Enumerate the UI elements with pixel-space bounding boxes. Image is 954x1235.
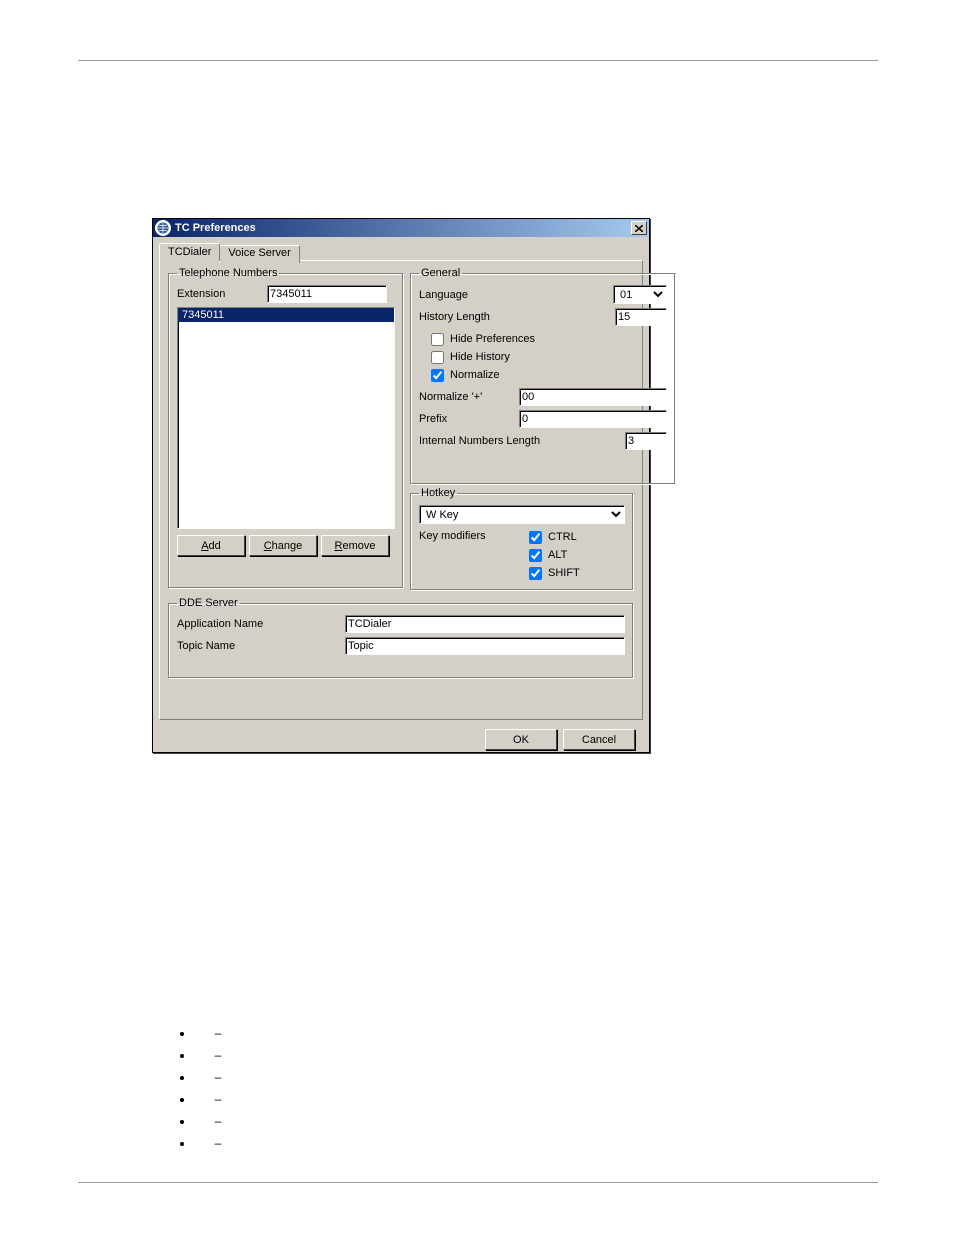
titlebar: TC Preferences	[153, 219, 649, 237]
application-name-label: Application Name	[177, 618, 345, 630]
normalize-checkbox[interactable]	[431, 369, 444, 382]
change-button[interactable]: Change	[249, 535, 317, 556]
internal-length-input[interactable]	[625, 432, 667, 450]
list-item: –	[194, 1022, 238, 1044]
key-modifiers-label: Key modifiers	[419, 528, 529, 542]
tabs: TCDialer Voice Server	[159, 243, 643, 261]
normalize-plus-input[interactable]	[519, 388, 667, 406]
history-length-label: History Length	[419, 311, 615, 323]
hotkey-legend: Hotkey	[419, 487, 457, 499]
document-bullets: – – – – – –	[130, 1022, 238, 1154]
application-name-input[interactable]	[345, 615, 625, 633]
internal-length-label: Internal Numbers Length	[419, 435, 625, 447]
cancel-button[interactable]: Cancel	[563, 729, 635, 750]
window-title: TC Preferences	[175, 222, 629, 234]
close-button[interactable]	[631, 221, 647, 235]
topic-name-input[interactable]	[345, 637, 625, 655]
history-length-input[interactable]	[615, 308, 667, 326]
hotkey-group: Hotkey W Key Key modifiers CTRL ALT SHIF…	[410, 487, 634, 591]
tab-tcdialer[interactable]: TCDialer	[159, 243, 220, 261]
app-icon	[155, 220, 171, 236]
alt-checkbox[interactable]	[529, 549, 542, 562]
normalize-plus-label: Normalize '+'	[419, 391, 519, 403]
list-item: –	[194, 1132, 238, 1154]
topic-name-label: Topic Name	[177, 640, 345, 652]
prefix-input[interactable]	[519, 410, 667, 428]
ok-button[interactable]: OK	[485, 729, 557, 750]
list-item: –	[194, 1066, 238, 1088]
ctrl-checkbox[interactable]	[529, 531, 542, 544]
telephone-numbers-group: Telephone Numbers Extension 7345011 Add …	[168, 267, 404, 589]
dialog-body: TCDialer Voice Server Telephone Numbers …	[153, 237, 649, 764]
shift-label: SHIFT	[548, 567, 580, 579]
tab-panel-tcdialer: Telephone Numbers Extension 7345011 Add …	[159, 260, 643, 720]
add-button[interactable]: Add	[177, 535, 245, 556]
prefix-label: Prefix	[419, 413, 519, 425]
hide-history-label: Hide History	[450, 351, 510, 363]
normalize-label: Normalize	[450, 369, 500, 381]
extension-listbox[interactable]: 7345011	[177, 307, 395, 529]
hotkey-select[interactable]: W Key	[419, 505, 625, 524]
tab-voice-server[interactable]: Voice Server	[219, 245, 299, 263]
extension-input[interactable]	[267, 285, 387, 303]
list-item[interactable]: 7345011	[178, 308, 394, 322]
hide-preferences-label: Hide Preferences	[450, 333, 535, 345]
shift-checkbox[interactable]	[529, 567, 542, 580]
dde-server-legend: DDE Server	[177, 597, 240, 609]
list-item: –	[194, 1088, 238, 1110]
language-select[interactable]: 01	[613, 285, 667, 304]
remove-button[interactable]: Remove	[321, 535, 389, 556]
tc-preferences-dialog: TC Preferences TCDialer Voice Server Tel…	[152, 218, 650, 753]
language-label: Language	[419, 289, 613, 301]
dde-server-group: DDE Server Application Name Topic Name	[168, 597, 634, 679]
list-item: –	[194, 1110, 238, 1132]
general-group: General Language 01 History Length Hide …	[410, 267, 676, 485]
alt-label: ALT	[548, 549, 567, 561]
ctrl-label: CTRL	[548, 531, 577, 543]
general-legend: General	[419, 267, 462, 279]
extension-label: Extension	[177, 288, 267, 300]
hide-preferences-checkbox[interactable]	[431, 333, 444, 346]
telephone-numbers-legend: Telephone Numbers	[177, 267, 279, 279]
list-item: –	[194, 1044, 238, 1066]
hide-history-checkbox[interactable]	[431, 351, 444, 364]
